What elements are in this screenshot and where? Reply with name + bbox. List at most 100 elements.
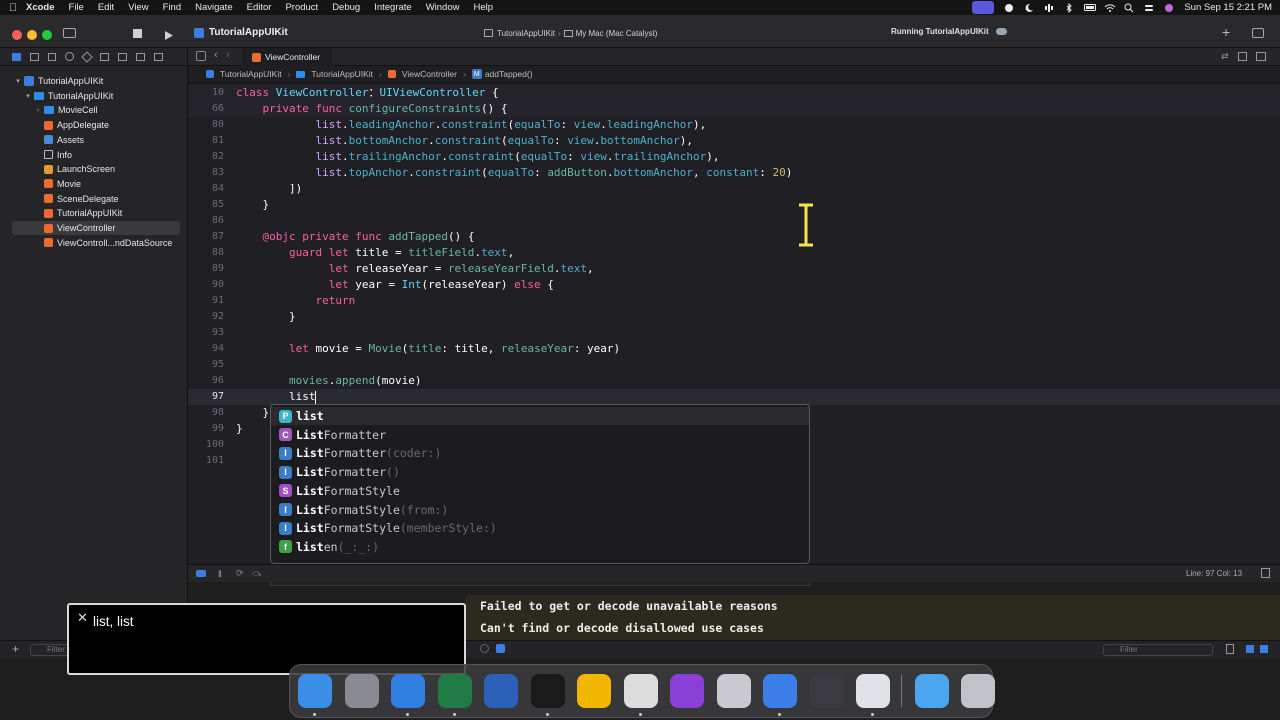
project-navigator-tab-icon[interactable]: [12, 52, 21, 61]
code-line[interactable]: 89 let releaseYear = releaseYearField.te…: [188, 261, 1280, 277]
continue-icon[interactable]: ⟳: [236, 568, 244, 579]
related-items-icon[interactable]: [196, 51, 206, 61]
sidebar-item-moviecell[interactable]: › MovieCell: [12, 103, 180, 117]
debug-area-toggle-icon[interactable]: [196, 570, 206, 577]
sidebar-toggle-icon[interactable]: [63, 28, 76, 38]
wifi-icon[interactable]: [1104, 3, 1116, 12]
sidebar-item-appdelegate[interactable]: AppDelegate: [12, 118, 180, 132]
safari-icon[interactable]: [391, 674, 425, 708]
forward-arrow-icon[interactable]: ›: [226, 49, 230, 61]
code-line[interactable]: 96 movies.append(movie): [188, 373, 1280, 389]
audio-icon[interactable]: [1044, 3, 1054, 12]
menu-navigate[interactable]: Navigate: [195, 2, 233, 13]
siri-icon[interactable]: [1164, 3, 1174, 12]
breakpoints-tab-icon[interactable]: [136, 52, 145, 61]
jumpbar-file[interactable]: ViewController: [402, 69, 457, 79]
quicktime-icon[interactable]: [809, 674, 844, 708]
code-line[interactable]: 66 private func configureConstraints() {: [188, 101, 1280, 117]
console-filter-input[interactable]: Filter: [1103, 644, 1213, 656]
completion-item[interactable]: S List FormatStyle: [271, 482, 809, 500]
disclosure-icon[interactable]: ▾: [14, 77, 22, 85]
code-line[interactable]: 87 @objc private func addTapped() {: [188, 229, 1280, 245]
sidebar-item-scenedelegate[interactable]: SceneDelegate: [12, 192, 180, 206]
menu-help[interactable]: Help: [473, 2, 493, 13]
code-line[interactable]: 88 guard let title = titleField.text,: [188, 245, 1280, 261]
menu-product[interactable]: Product: [285, 2, 318, 13]
notes-icon[interactable]: [577, 674, 611, 708]
sidebar-item-tutorialappuikit[interactable]: ▾ TutorialAppUIKit: [12, 89, 180, 103]
code-line[interactable]: 82 list.trailingAnchor.constraint(equalT…: [188, 149, 1280, 165]
menu-editor[interactable]: Editor: [247, 2, 272, 13]
record-icon[interactable]: [1004, 3, 1014, 12]
completion-item[interactable]: f list en (_:_:): [271, 538, 809, 556]
bookmark-tab-icon[interactable]: [48, 52, 56, 61]
code-line[interactable]: 86: [188, 213, 1280, 229]
close-window-button[interactable]: [12, 30, 22, 40]
disclosure-icon[interactable]: ▾: [24, 92, 32, 100]
code-line[interactable]: 97 list: [188, 389, 1280, 405]
menu-file[interactable]: File: [69, 2, 84, 13]
feedback-icon[interactable]: [670, 674, 704, 708]
reports-tab-icon[interactable]: [154, 52, 163, 61]
tab-viewcontroller[interactable]: ViewController: [242, 48, 332, 66]
code-line[interactable]: 80 list.leadingAnchor.constraint(equalTo…: [188, 117, 1280, 133]
code-line[interactable]: 10 class ViewController：UIViewController …: [188, 85, 1280, 101]
issues-tab-icon[interactable]: [81, 50, 93, 63]
sidebar-item-assets[interactable]: Assets: [12, 133, 180, 147]
find-tab-icon[interactable]: [65, 52, 74, 61]
code-line[interactable]: 95: [188, 357, 1280, 373]
completion-item[interactable]: Plist: [271, 407, 809, 425]
chrome-icon[interactable]: [623, 674, 658, 708]
console-split-icon[interactable]: [1261, 568, 1270, 578]
add-file-icon[interactable]: +: [12, 642, 19, 656]
finder-icon[interactable]: [298, 674, 332, 708]
simulator-icon[interactable]: [716, 674, 751, 708]
editor-options-icon[interactable]: ⇄: [1221, 51, 1229, 62]
inspector-toggle-icon[interactable]: [1252, 28, 1264, 38]
right-pane-icon[interactable]: [1260, 645, 1268, 653]
code-line[interactable]: 83 list.topAnchor.constraint(equalTo: ad…: [188, 165, 1280, 181]
sidebar-item-tutorialappuikit[interactable]: TutorialAppUIKit: [12, 206, 180, 220]
step-over-icon[interactable]: ⤼: [252, 568, 262, 579]
sidebar-item-tutorialappuikit[interactable]: ▾ TutorialAppUIKit: [12, 74, 180, 88]
code-line[interactable]: 85 }: [188, 197, 1280, 213]
tests-tab-icon[interactable]: [100, 52, 109, 61]
trash-icon[interactable]: [961, 674, 995, 708]
jumpbar-project[interactable]: TutorialAppUIKit: [220, 69, 282, 79]
debug-tab-icon[interactable]: [118, 52, 127, 61]
menu-debug[interactable]: Debug: [332, 2, 360, 13]
xcode-icon[interactable]: [763, 674, 797, 708]
completion-item[interactable]: I List FormatStyle (memberStyle:): [271, 519, 809, 537]
menu-edit[interactable]: Edit: [98, 2, 114, 13]
code-completion-popup[interactable]: Plist C List Formatter I List Formatter (coder:…: [270, 404, 810, 564]
jumpbar-group[interactable]: TutorialAppUIKit: [311, 69, 373, 79]
back-arrow-icon[interactable]: ‹: [214, 49, 218, 61]
minimize-window-button[interactable]: [27, 30, 37, 40]
code-line[interactable]: 94 let movie = Movie(title: title, relea…: [188, 341, 1280, 357]
preview-icon[interactable]: [856, 674, 890, 708]
menu-window[interactable]: Window: [426, 2, 460, 13]
left-pane-icon[interactable]: [1246, 645, 1254, 653]
completion-item[interactable]: C List Formatter: [271, 426, 809, 444]
code-line[interactable]: 84 ]): [188, 181, 1280, 197]
sidebar-item-info[interactable]: Info: [12, 148, 180, 162]
source-control-tab-icon[interactable]: [30, 52, 39, 61]
completion-item[interactable]: I List Formatter (coder:): [271, 444, 809, 462]
code-line[interactable]: 81 list.bottomAnchor.constraint(equalTo:…: [188, 133, 1280, 149]
menu-find[interactable]: Find: [163, 2, 181, 13]
console-output[interactable]: Failed to get or decode unavailable reas…: [466, 595, 1280, 640]
sidebar-item-viewcontroll-nddatasource[interactable]: ViewControll...ndDataSource: [12, 236, 180, 250]
moon-icon[interactable]: [1024, 3, 1034, 12]
scheme-selector[interactable]: TutorialAppUIKit › My Mac (Mac Catalyst): [484, 26, 664, 40]
code-line[interactable]: 92 }: [188, 309, 1280, 325]
menu-app-name[interactable]: Xcode: [26, 2, 55, 13]
adjust-editor-icon[interactable]: [1238, 52, 1247, 61]
downloads-icon[interactable]: [914, 674, 949, 708]
sidebar-item-viewcontroller[interactable]: ViewController: [12, 221, 180, 235]
trash-icon[interactable]: [1226, 644, 1234, 654]
pause-icon[interactable]: ‖: [218, 569, 222, 579]
completion-item[interactable]: I List FormatStyle (from:): [271, 501, 809, 519]
filter-scope-icon[interactable]: [496, 644, 505, 653]
code-line[interactable]: 93: [188, 325, 1280, 341]
launchpad-icon[interactable]: [344, 674, 379, 708]
